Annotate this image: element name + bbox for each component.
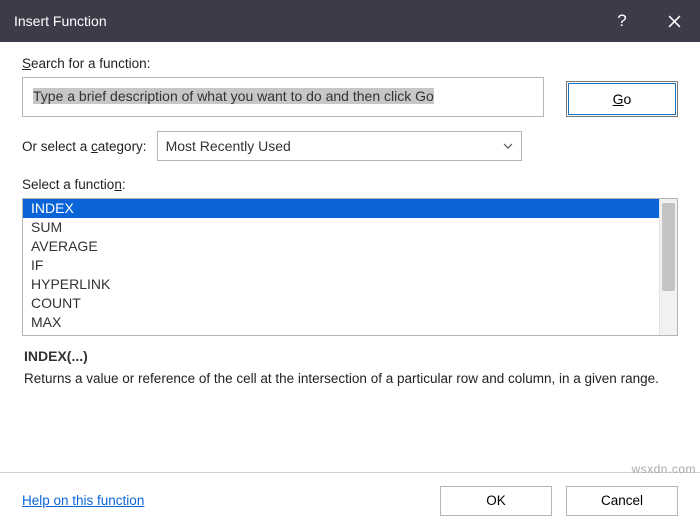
chevron-down-icon [503, 140, 513, 152]
function-list-label: Select a function: [22, 177, 678, 192]
list-item[interactable]: SUM [23, 218, 659, 237]
go-button[interactable]: Go [566, 81, 678, 117]
search-input-text: Type a brief description of what you wan… [33, 88, 434, 104]
titlebar: Insert Function ? [0, 0, 700, 42]
help-link[interactable]: Help on this function [22, 493, 426, 508]
category-select[interactable]: Most Recently Used [157, 131, 522, 161]
list-item[interactable]: IF [23, 256, 659, 275]
dialog-title: Insert Function [14, 13, 596, 29]
close-button[interactable] [648, 0, 700, 42]
category-label: Or select a category: [22, 139, 147, 154]
list-item[interactable]: HYPERLINK [23, 275, 659, 294]
ok-button[interactable]: OK [440, 486, 552, 516]
cancel-button[interactable]: Cancel [566, 486, 678, 516]
dialog-footer: Help on this function OK Cancel [0, 472, 700, 528]
function-signature: INDEX(...) [24, 348, 676, 364]
function-description-text: Returns a value or reference of the cell… [24, 370, 676, 389]
close-icon [668, 15, 681, 28]
category-selected: Most Recently Used [166, 138, 291, 154]
list-item[interactable]: INDEX [23, 199, 659, 218]
dialog-content: Search for a function: Type a brief desc… [0, 42, 700, 389]
list-item[interactable]: MAX [23, 313, 659, 332]
list-item[interactable]: AVERAGE [23, 237, 659, 256]
scrollbar-thumb[interactable] [662, 203, 675, 291]
search-input[interactable]: Type a brief description of what you wan… [22, 77, 544, 117]
search-label: Search for a function: [22, 56, 544, 71]
scrollbar[interactable] [659, 199, 677, 335]
help-button[interactable]: ? [596, 0, 648, 42]
function-listbox[interactable]: INDEXSUMAVERAGEIFHYPERLINKCOUNTMAX [22, 198, 678, 336]
function-description: INDEX(...) Returns a value or reference … [22, 344, 678, 389]
list-item[interactable]: COUNT [23, 294, 659, 313]
